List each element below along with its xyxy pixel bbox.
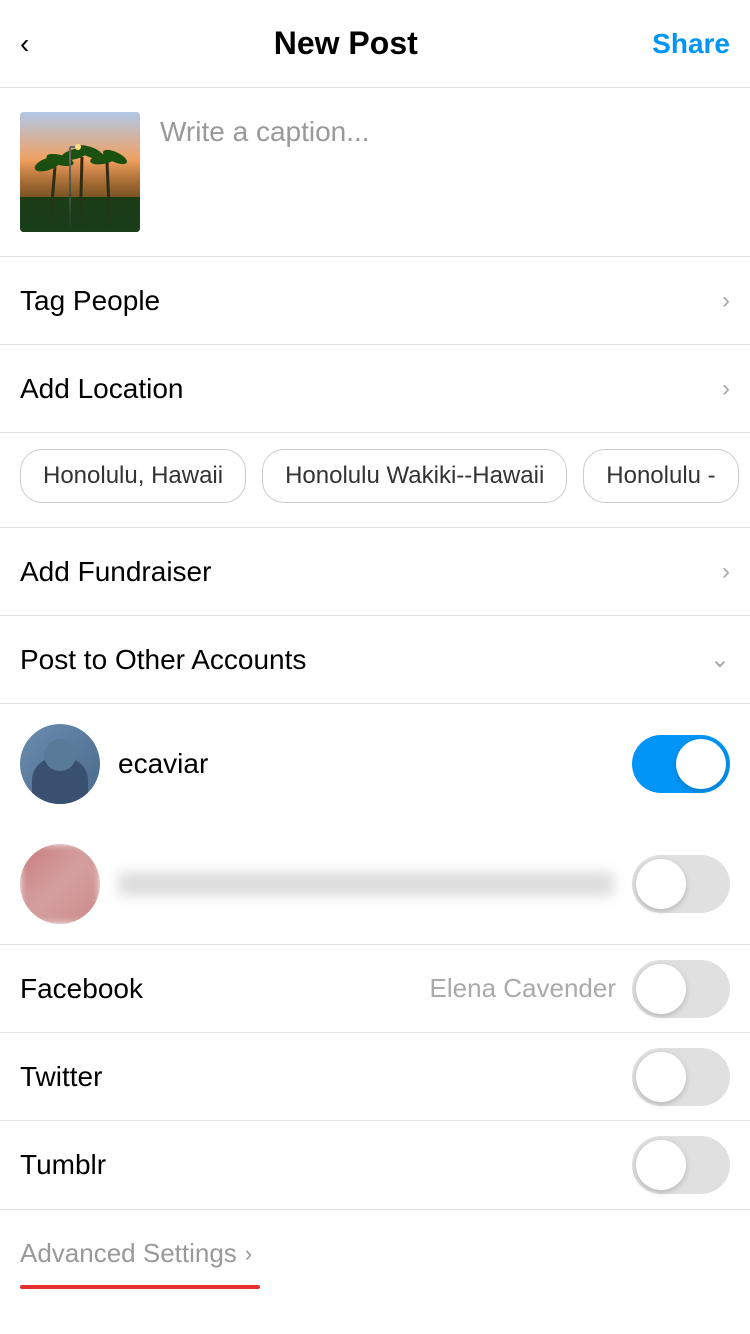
post-to-other-accounts-label: Post to Other Accounts: [20, 644, 306, 676]
social-sharing-section: Facebook Elena Cavender Twitter Tumblr: [0, 945, 750, 1210]
tag-people-label: Tag People: [20, 285, 160, 317]
add-fundraiser-row[interactable]: Add Fundraiser ›: [0, 528, 750, 616]
advanced-settings-chevron-icon: ›: [245, 1241, 252, 1267]
caption-section: Write a caption...: [0, 88, 750, 257]
share-button[interactable]: Share: [652, 28, 730, 60]
advanced-settings-underline: [20, 1285, 260, 1289]
facebook-label: Facebook: [20, 973, 430, 1005]
location-tag-honolulu-wakiki[interactable]: Honolulu Wakiki--Hawaii: [262, 449, 567, 503]
chevron-right-icon: ›: [722, 375, 730, 403]
thumbnail-image: [20, 112, 140, 232]
header: ‹ New Post Share: [0, 0, 750, 88]
advanced-settings-label: Advanced Settings: [20, 1238, 237, 1269]
toggle-tumblr[interactable]: [632, 1136, 730, 1194]
page-title: New Post: [274, 25, 418, 62]
toggle-knob-ecaviar: [676, 739, 726, 789]
advanced-settings-row[interactable]: Advanced Settings ›: [0, 1210, 750, 1285]
caption-placeholder: Write a caption...: [160, 116, 370, 147]
facebook-row: Facebook Elena Cavender: [0, 945, 750, 1033]
tag-people-row[interactable]: Tag People ›: [0, 257, 750, 345]
post-thumbnail: [20, 112, 140, 232]
toggle-twitter[interactable]: [632, 1048, 730, 1106]
post-to-other-accounts-row[interactable]: Post to Other Accounts ⌄: [0, 616, 750, 704]
accounts-section: ecaviar: [0, 704, 750, 945]
location-tags-container: Honolulu, Hawaii Honolulu Wakiki--Hawaii…: [0, 433, 750, 528]
chevron-right-icon: ›: [722, 287, 730, 315]
toggle-ecaviar[interactable]: [632, 735, 730, 793]
account-row-ecaviar: ecaviar: [0, 704, 750, 824]
add-fundraiser-label: Add Fundraiser: [20, 556, 211, 588]
caption-input-area[interactable]: Write a caption...: [160, 112, 730, 148]
chevron-right-icon: ›: [722, 558, 730, 586]
tumblr-label: Tumblr: [20, 1149, 632, 1181]
toggle-knob-facebook: [636, 964, 686, 1014]
toggle-knob-twitter: [636, 1052, 686, 1102]
twitter-row: Twitter: [0, 1033, 750, 1121]
account-name-ecaviar: ecaviar: [118, 748, 614, 780]
location-tag-honolulu-hawaii[interactable]: Honolulu, Hawaii: [20, 449, 246, 503]
avatar-ecaviar: [20, 724, 100, 804]
toggle-knob-tumblr: [636, 1140, 686, 1190]
add-location-row[interactable]: Add Location ›: [0, 345, 750, 433]
add-location-label: Add Location: [20, 373, 183, 405]
chevron-down-icon: ⌄: [710, 645, 730, 674]
location-tag-honolulu-3[interactable]: Honolulu -: [583, 449, 738, 503]
account-row-blurred: [0, 824, 750, 944]
tumblr-row: Tumblr: [0, 1121, 750, 1209]
toggle-account2[interactable]: [632, 855, 730, 913]
toggle-facebook[interactable]: [632, 960, 730, 1018]
back-button[interactable]: ‹: [20, 18, 39, 70]
twitter-label: Twitter: [20, 1061, 632, 1093]
avatar-blurred: [20, 844, 100, 924]
facebook-username: Elena Cavender: [430, 973, 616, 1004]
toggle-knob-account2: [636, 859, 686, 909]
account-name-blurred: [118, 872, 614, 896]
